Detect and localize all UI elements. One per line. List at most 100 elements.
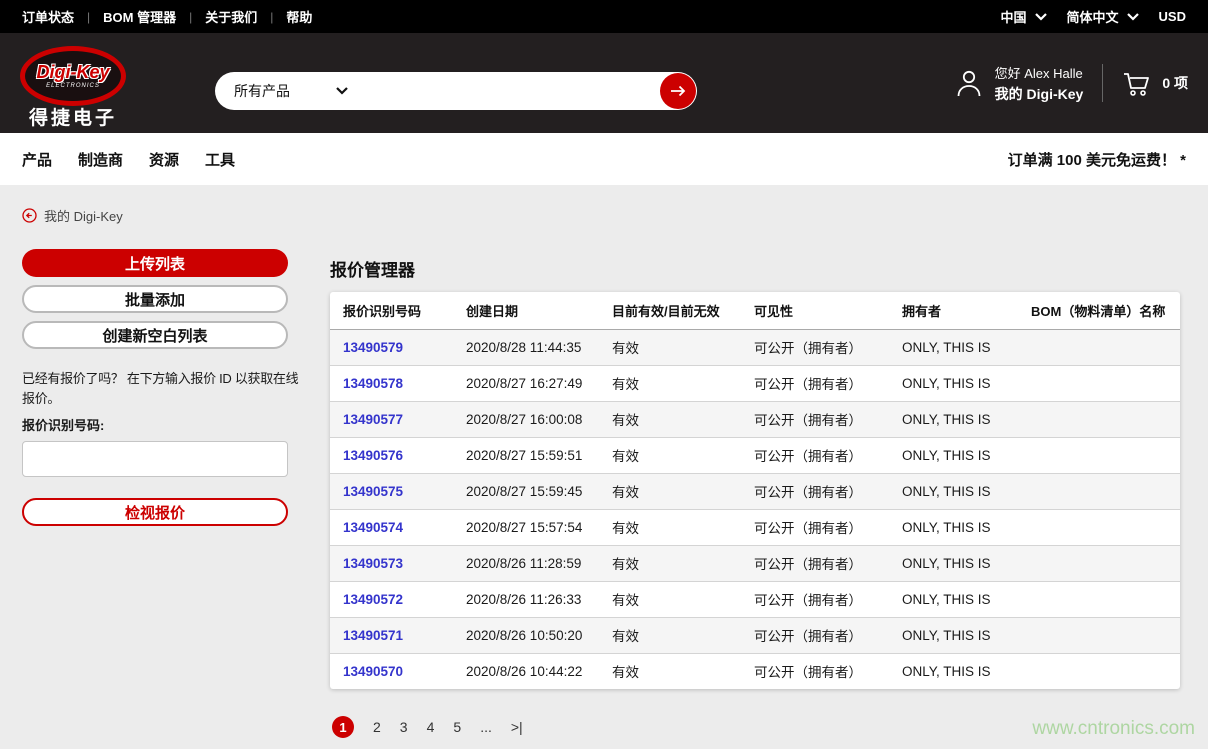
search-submit-button[interactable] — [660, 73, 696, 109]
back-circle-icon — [22, 208, 37, 223]
owner-cell: ONLY, THIS IS — [889, 545, 1018, 581]
quotes-table: 报价识别号码创建日期目前有效/目前无效可见性拥有者BOM（物料清单）名称 134… — [330, 292, 1180, 689]
owner-cell: ONLY, THIS IS — [889, 401, 1018, 437]
created-date-cell: 2020/8/26 11:28:59 — [453, 545, 599, 581]
top-link[interactable]: BOM 管理器 — [103, 7, 176, 26]
main-header: Digi-Key ELECTRONICS 得捷电子 所有产品 您好 Alex H… — [0, 33, 1208, 133]
cart-button[interactable]: 0 项 — [1122, 70, 1188, 97]
pagination-page[interactable]: 5 — [453, 719, 461, 735]
search-category-dropdown[interactable]: 所有产品 — [215, 81, 348, 101]
quote-id-link[interactable]: 13490579 — [343, 340, 403, 355]
table-header-cell: 拥有者 — [889, 292, 1018, 329]
nav-item[interactable]: 制造商 — [78, 149, 123, 170]
currency-label: USD — [1159, 9, 1186, 24]
breadcrumb[interactable]: 我的 Digi-Key — [22, 206, 123, 225]
pagination-page[interactable]: >| — [511, 719, 523, 735]
search-category-label: 所有产品 — [234, 81, 290, 101]
table-header-cell: BOM（物料清单）名称 — [1018, 292, 1180, 329]
visibility-cell: 可公开（拥有者） — [741, 437, 889, 473]
bom-name-cell — [1018, 545, 1180, 581]
table-header-cell: 报价识别号码 — [330, 292, 453, 329]
main-nav: 产品 制造商 资源 工具 订单满 100 美元免运费！ * — [0, 133, 1208, 185]
logo-chinese-text: 得捷电子 — [20, 109, 126, 128]
chevron-down-icon — [1127, 13, 1139, 21]
language-selector[interactable]: 简体中文 — [1067, 7, 1139, 26]
visibility-cell: 可公开（拥有者） — [741, 581, 889, 617]
quote-id-link[interactable]: 13490574 — [343, 520, 403, 535]
pagination-page[interactable]: 2 — [373, 719, 381, 735]
upload-list-button[interactable]: 上传列表 — [22, 249, 288, 277]
table-row: 134905732020/8/26 11:28:59有效可公开（拥有者）ONLY… — [330, 545, 1180, 581]
created-date-cell: 2020/8/27 15:57:54 — [453, 509, 599, 545]
language-label: 简体中文 — [1067, 7, 1119, 26]
visibility-cell: 可公开（拥有者） — [741, 473, 889, 509]
bom-name-cell — [1018, 509, 1180, 545]
created-date-cell: 2020/8/27 16:27:49 — [453, 365, 599, 401]
status-cell: 有效 — [599, 545, 741, 581]
quote-id-link[interactable]: 13490572 — [343, 592, 403, 607]
nav-item[interactable]: 产品 — [22, 149, 52, 170]
top-link[interactable]: 帮助 — [286, 7, 312, 26]
view-quote-button[interactable]: 检视报价 — [22, 498, 288, 526]
bom-name-cell — [1018, 653, 1180, 689]
free-shipping-promo: 订单满 100 美元免运费！ * — [1008, 149, 1186, 170]
quote-id-input[interactable] — [22, 441, 288, 477]
page-title: 报价管理器 — [330, 256, 415, 281]
owner-cell: ONLY, THIS IS — [889, 509, 1018, 545]
sidebar: 上传列表 批量添加 创建新空白列表 已经有报价了吗？ 在下方输入报价 ID 以获… — [22, 249, 288, 534]
quote-id-link[interactable]: 13490571 — [343, 628, 403, 643]
top-link[interactable]: 关于我们 — [205, 7, 257, 26]
created-date-cell: 2020/8/26 10:44:22 — [453, 653, 599, 689]
nav-item[interactable]: 工具 — [205, 149, 235, 170]
bom-name-cell — [1018, 365, 1180, 401]
search-input[interactable] — [362, 75, 653, 107]
pagination-page[interactable]: 4 — [427, 719, 435, 735]
top-link-separator: | — [87, 10, 90, 24]
table-row: 134905782020/8/27 16:27:49有效可公开（拥有者）ONLY… — [330, 365, 1180, 401]
status-cell: 有效 — [599, 653, 741, 689]
created-date-cell: 2020/8/28 11:44:35 — [453, 329, 599, 365]
search-bar: 所有产品 — [215, 72, 697, 110]
pagination: 1 2 3 4 5... >| — [332, 716, 523, 738]
status-cell: 有效 — [599, 329, 741, 365]
pagination-page[interactable]: 3 — [400, 719, 408, 735]
create-blank-list-button[interactable]: 创建新空白列表 — [22, 321, 288, 349]
bom-name-cell — [1018, 329, 1180, 365]
bulk-add-button[interactable]: 批量添加 — [22, 285, 288, 313]
quote-id-link[interactable]: 13490578 — [343, 376, 403, 391]
table-row: 134905722020/8/26 11:26:33有效可公开（拥有者）ONLY… — [330, 581, 1180, 617]
bom-name-cell — [1018, 617, 1180, 653]
table-row: 134905752020/8/27 15:59:45有效可公开（拥有者）ONLY… — [330, 473, 1180, 509]
logo-brand-text: Digi-Key — [36, 63, 109, 81]
cart-count: 0 项 — [1162, 73, 1188, 93]
my-digikey-link[interactable]: 我的 Digi-Key — [995, 84, 1084, 104]
quote-id-link[interactable]: 13490575 — [343, 484, 403, 499]
status-cell: 有效 — [599, 617, 741, 653]
region-selector[interactable]: 中国 — [1001, 7, 1047, 26]
visibility-cell: 可公开（拥有者） — [741, 401, 889, 437]
quote-id-link[interactable]: 13490573 — [343, 556, 403, 571]
visibility-cell: 可公开（拥有者） — [741, 365, 889, 401]
pagination-current-page[interactable]: 1 — [332, 716, 354, 738]
top-link[interactable]: 订单状态 — [22, 7, 74, 26]
bom-name-cell — [1018, 401, 1180, 437]
visibility-cell: 可公开（拥有者） — [741, 329, 889, 365]
nav-item[interactable]: 资源 — [149, 149, 179, 170]
created-date-cell: 2020/8/27 15:59:51 — [453, 437, 599, 473]
visibility-cell: 可公开（拥有者） — [741, 617, 889, 653]
account-links[interactable]: 您好 Alex Halle 我的 Digi-Key — [995, 63, 1084, 104]
owner-cell: ONLY, THIS IS — [889, 581, 1018, 617]
bom-name-cell — [1018, 581, 1180, 617]
table-header-cell: 可见性 — [741, 292, 889, 329]
quote-id-link[interactable]: 13490577 — [343, 412, 403, 427]
quote-id-link[interactable]: 13490570 — [343, 664, 403, 679]
table-row: 134905792020/8/28 11:44:35有效可公开（拥有者）ONLY… — [330, 329, 1180, 365]
digikey-logo[interactable]: Digi-Key ELECTRONICS 得捷电子 — [20, 46, 126, 128]
table-row: 134905702020/8/26 10:44:22有效可公开（拥有者）ONLY… — [330, 653, 1180, 689]
currency-selector[interactable]: USD — [1159, 9, 1186, 24]
status-cell: 有效 — [599, 473, 741, 509]
chevron-down-icon — [1035, 13, 1047, 21]
quote-id-link[interactable]: 13490576 — [343, 448, 403, 463]
pagination-page[interactable]: ... — [480, 719, 492, 735]
logo-sub-text: ELECTRONICS — [46, 83, 100, 89]
